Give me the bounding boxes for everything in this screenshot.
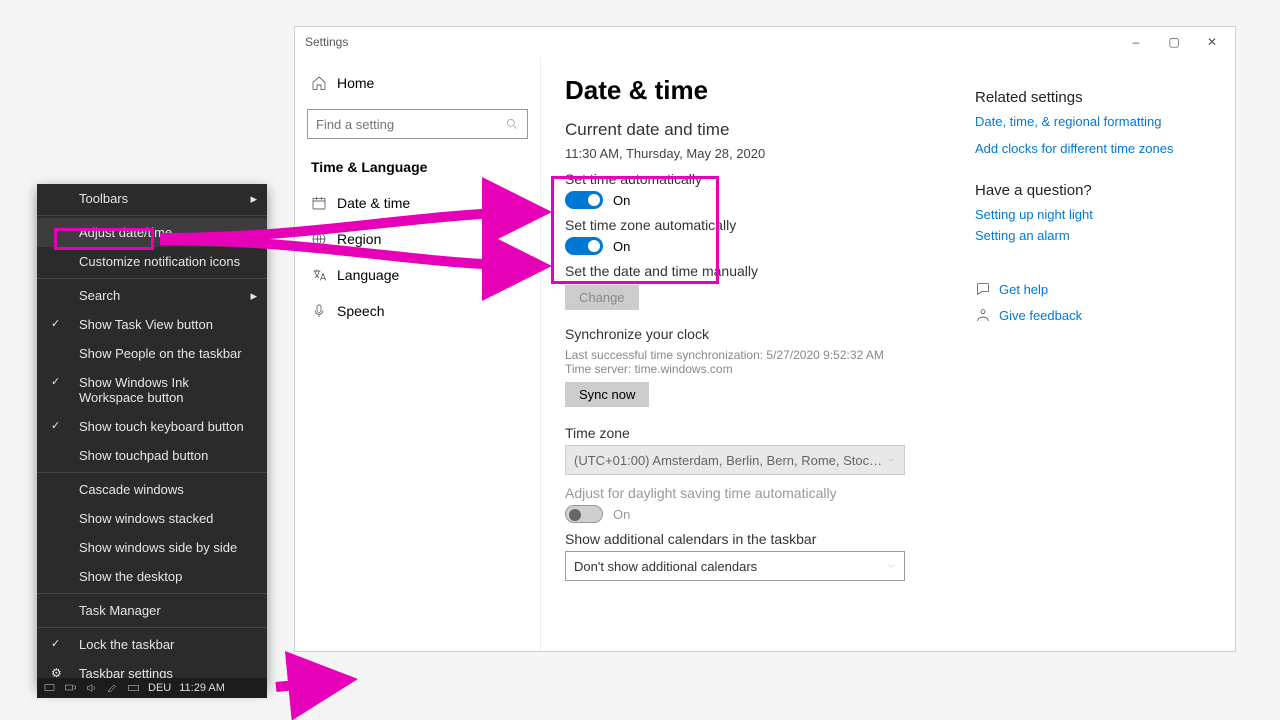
sidebar-item-region[interactable]: Region — [295, 221, 540, 257]
maximize-button[interactable]: ▢ — [1167, 35, 1181, 49]
ctx-item-search[interactable]: Search — [37, 281, 267, 310]
chevron-down-icon — [886, 561, 896, 571]
dst-label: Adjust for daylight saving time automati… — [565, 485, 951, 501]
ctx-item-toolbars[interactable]: Toolbars — [37, 184, 267, 213]
sync-heading: Synchronize your clock — [565, 326, 951, 342]
ctx-item-cascade-windows[interactable]: Cascade windows — [37, 475, 267, 504]
ctx-item-show-the-desktop[interactable]: Show the desktop — [37, 562, 267, 591]
ctx-item-show-touch-keyboard-button[interactable]: Show touch keyboard button — [37, 412, 267, 441]
sync-last-line: Last successful time synchronization: 5/… — [565, 348, 951, 362]
current-time-heading: Current date and time — [565, 120, 951, 140]
rail-get-help[interactable]: Get help — [975, 281, 1217, 297]
ctx-item-show-people-on-the-taskbar[interactable]: Show People on the taskbar — [37, 339, 267, 368]
keyboard-icon[interactable] — [127, 682, 140, 694]
search-input[interactable] — [316, 117, 505, 132]
chat-icon — [975, 281, 991, 297]
auto-time-toggle[interactable] — [565, 191, 603, 209]
search-input-container[interactable] — [307, 109, 528, 139]
addl-cal-value: Don't show additional calendars — [574, 559, 886, 574]
change-button[interactable]: Change — [565, 285, 639, 310]
sidebar-home[interactable]: Home — [295, 67, 540, 99]
taskbar-clock[interactable]: 11:29 AM — [179, 682, 225, 694]
right-rail: Related settings Date, time, & regional … — [975, 75, 1235, 641]
rail-link-add-clocks[interactable]: Add clocks for different time zones — [975, 141, 1217, 156]
sidebar-item-language[interactable]: Language — [295, 257, 540, 293]
ctx-item-adjust-date-time[interactable]: Adjust date/time — [37, 218, 267, 247]
tray-icon[interactable] — [43, 682, 56, 694]
settings-sidebar: Home Time & Language Date & timeRegionLa… — [295, 57, 541, 651]
window-controls: – ▢ ✕ — [1129, 35, 1225, 49]
language-icon — [311, 267, 327, 283]
dst-state: On — [613, 507, 630, 522]
home-icon — [311, 75, 327, 91]
ctx-separator — [37, 215, 267, 216]
addl-cal-dropdown[interactable]: Don't show additional calendars — [565, 551, 905, 581]
timezone-dropdown[interactable]: (UTC+01:00) Amsterdam, Berlin, Bern, Rom… — [565, 445, 905, 475]
person-icon — [975, 307, 991, 323]
ctx-item-show-windows-side-by-side[interactable]: Show windows side by side — [37, 533, 267, 562]
titlebar: Settings – ▢ ✕ — [295, 27, 1235, 57]
timezone-value: (UTC+01:00) Amsterdam, Berlin, Bern, Rom… — [574, 453, 886, 468]
auto-time-state: On — [613, 193, 630, 208]
sidebar-home-label: Home — [337, 75, 374, 91]
ctx-item-task-manager[interactable]: Task Manager — [37, 596, 267, 625]
ctx-item-lock-the-taskbar[interactable]: Lock the taskbar — [37, 630, 267, 659]
settings-content: Date & time Current date and time 11:30 … — [541, 75, 975, 641]
chevron-down-icon — [886, 455, 896, 465]
dst-toggle — [565, 505, 603, 523]
globe-icon — [311, 231, 327, 247]
taskbar-context-menu: Toolbars Adjust date/timeCustomize notifi… — [37, 184, 267, 688]
ctx-separator — [37, 472, 267, 473]
rail-related-heading: Related settings — [975, 89, 1217, 106]
rail-link-formatting[interactable]: Date, time, & regional formatting — [975, 114, 1217, 129]
sync-now-button[interactable]: Sync now — [565, 382, 649, 407]
ctx-separator — [37, 278, 267, 279]
close-button[interactable]: ✕ — [1205, 35, 1219, 49]
timezone-heading: Time zone — [565, 425, 951, 441]
rail-give-feedback[interactable]: Give feedback — [975, 307, 1217, 323]
auto-tz-state: On — [613, 239, 630, 254]
ctx-item-customize-notification-icons[interactable]: Customize notification icons — [37, 247, 267, 276]
ctx-item-show-touchpad-button[interactable]: Show touchpad button — [37, 441, 267, 470]
sidebar-category: Time & Language — [295, 149, 540, 185]
manual-label: Set the date and time manually — [565, 263, 951, 279]
addl-cal-heading: Show additional calendars in the taskbar — [565, 531, 951, 547]
rail-question-heading: Have a question? — [975, 182, 1217, 199]
minimize-button[interactable]: – — [1129, 35, 1143, 49]
auto-tz-toggle[interactable] — [565, 237, 603, 255]
search-icon — [505, 117, 519, 131]
ctx-item-show-task-view-button[interactable]: Show Task View button — [37, 310, 267, 339]
volume-icon[interactable] — [85, 682, 98, 694]
settings-window: Settings – ▢ ✕ Home Time & Language Date… — [294, 26, 1236, 652]
auto-tz-label: Set time zone automatically — [565, 217, 951, 233]
pen-icon[interactable] — [106, 682, 119, 694]
taskbar-language[interactable]: DEU — [148, 682, 171, 694]
page-title: Date & time — [565, 75, 951, 106]
current-time-value: 11:30 AM, Thursday, May 28, 2020 — [565, 146, 951, 161]
network-icon[interactable] — [64, 682, 77, 694]
rail-link-alarm[interactable]: Setting an alarm — [975, 228, 1217, 243]
window-title: Settings — [305, 35, 1129, 49]
taskbar-fragment: DEU 11:29 AM — [37, 678, 267, 698]
ctx-item-show-windows-ink-workspace-button[interactable]: Show Windows Ink Workspace button — [37, 368, 267, 412]
ctx-separator — [37, 593, 267, 594]
annotation-arrow-taskbar — [268, 672, 348, 702]
auto-time-label: Set time automatically — [565, 171, 951, 187]
calendar-icon — [311, 195, 327, 211]
ctx-separator — [37, 627, 267, 628]
sidebar-item-date-time[interactable]: Date & time — [295, 185, 540, 221]
microphone-icon — [311, 303, 327, 319]
rail-link-nightlight[interactable]: Setting up night light — [975, 207, 1217, 222]
sidebar-item-speech[interactable]: Speech — [295, 293, 540, 329]
ctx-item-show-windows-stacked[interactable]: Show windows stacked — [37, 504, 267, 533]
sync-server-line: Time server: time.windows.com — [565, 362, 951, 376]
